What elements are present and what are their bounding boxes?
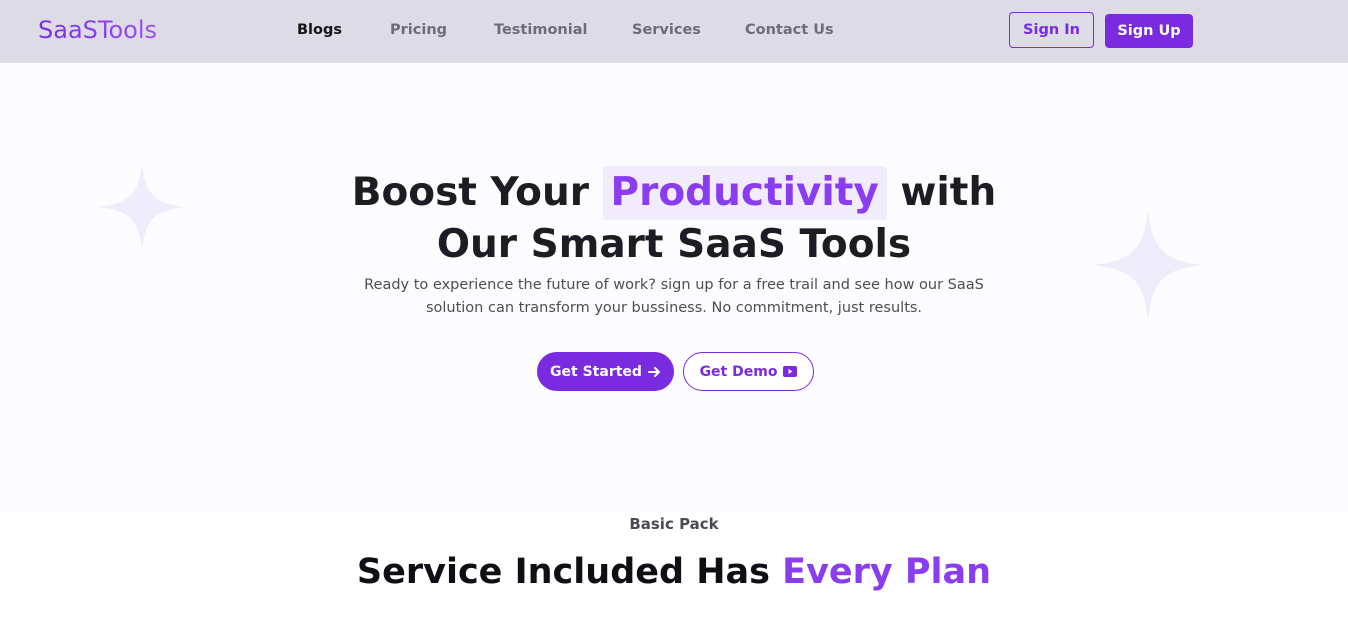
hero-subtitle-line2: solution can transform your bussiness. N… xyxy=(425,300,923,316)
sign-in-button[interactable]: Sign In xyxy=(1009,12,1094,48)
hero-title-line2: Our Smart SaaS Tools xyxy=(436,222,912,267)
hero-subtitle: Ready to experience the future of work? … xyxy=(324,274,1024,320)
get-started-label: Get Started xyxy=(550,363,642,380)
brand-logo[interactable]: SaaSTools xyxy=(38,14,157,46)
nav-link-contact-us[interactable]: Contact Us xyxy=(745,20,834,40)
hero-title-highlight: Productivity xyxy=(602,166,887,220)
hero-title: Boost Your Productivity with Our Smart S… xyxy=(0,166,1348,270)
services-title: Service Included Has Every Plan xyxy=(0,550,1348,594)
get-demo-button[interactable]: Get Demo xyxy=(683,352,814,391)
hero-title-suffix: with xyxy=(900,170,997,215)
services-title-accent: Every Plan xyxy=(782,552,992,592)
nav-link-services[interactable]: Services xyxy=(632,20,701,40)
services-title-prefix: Service Included Has xyxy=(356,552,770,592)
services-eyebrow: Basic Pack xyxy=(629,515,719,533)
hero-subtitle-line1: Ready to experience the future of work? … xyxy=(364,277,984,293)
hero-title-prefix: Boost Your xyxy=(351,170,589,215)
get-demo-label: Get Demo xyxy=(699,363,778,380)
nav-link-testimonial[interactable]: Testimonial xyxy=(494,20,587,40)
get-started-button[interactable]: Get Started xyxy=(537,352,674,391)
hero-section: Boost Your Productivity with Our Smart S… xyxy=(0,63,1348,512)
nav-link-pricing[interactable]: Pricing xyxy=(390,20,447,40)
sign-up-button[interactable]: Sign Up xyxy=(1105,14,1193,48)
nav-link-blogs[interactable]: Blogs xyxy=(297,20,342,40)
top-navbar: SaaSTools Blogs Pricing Testimonial Serv… xyxy=(0,0,1348,63)
video-play-icon xyxy=(783,366,798,377)
arrow-right-icon xyxy=(647,366,660,377)
